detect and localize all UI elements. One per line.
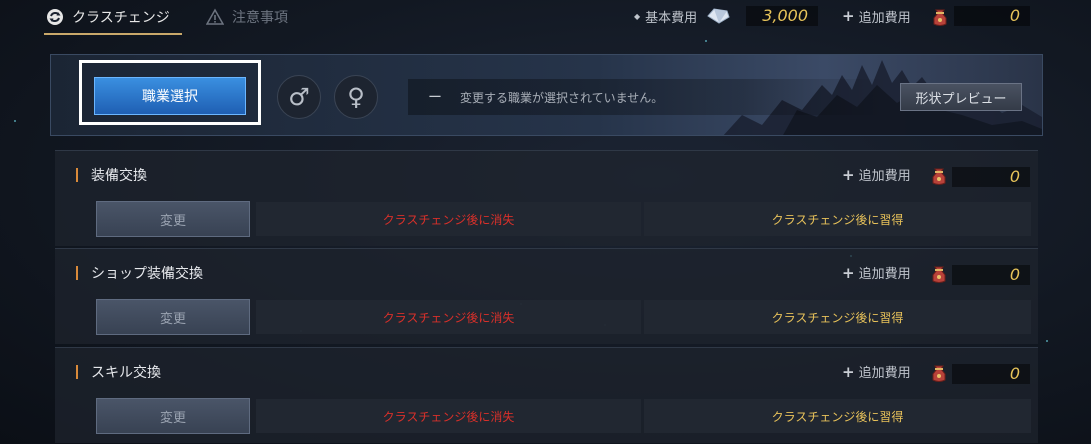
pouch-icon (933, 9, 947, 26)
section-marker (76, 365, 78, 379)
base-cost-label: 基本費用 (645, 10, 698, 26)
tab-class-change[interactable]: クラスチェンジ (46, 4, 170, 30)
section-title: スキル交換 (91, 365, 161, 381)
section-additional-cost-label: 追加費用 (858, 169, 911, 184)
pouch-icon (932, 365, 946, 382)
plus-icon: + (842, 362, 855, 381)
section-additional-cost-value: 0 (952, 364, 1030, 384)
pouch-icon (932, 168, 946, 185)
section-additional-cost: + 追加費用 (842, 362, 911, 382)
section-additional-cost-value: 0 (952, 167, 1030, 187)
lost-after-change-slot: クラスチェンジ後に消失 (256, 300, 641, 334)
additional-cost: + 追加費用 (842, 4, 911, 28)
lost-after-change-slot: クラスチェンジ後に消失 (256, 202, 641, 236)
section-additional-cost: + 追加費用 (842, 165, 911, 185)
plus-icon: + (842, 263, 855, 282)
section-equipment-exchange: 装備交換 + 追加費用 0 変更 クラスチェンジ後に消失 クラスチェンジ後に習得 (55, 150, 1038, 246)
male-icon: ♂ (288, 83, 310, 111)
shape-preview-button[interactable]: 形状プレビュー (900, 83, 1022, 111)
message-dash: ー (428, 90, 442, 106)
section-skill-exchange: スキル交換 + 追加費用 0 変更 クラスチェンジ後に消失 クラスチェンジ後に習… (55, 347, 1038, 443)
warning-icon (206, 8, 224, 26)
section-additional-cost-value: 0 (952, 265, 1030, 285)
male-button[interactable]: ♂ (277, 75, 321, 119)
crystal-icon (705, 7, 731, 25)
pouch-icon (932, 266, 946, 283)
learned-after-change-slot: クラスチェンジ後に習得 (644, 399, 1031, 433)
sparkle (1046, 340, 1048, 342)
section-marker (76, 266, 78, 280)
section-additional-cost-label: 追加費用 (858, 267, 911, 282)
job-select-button[interactable]: 職業選択 (94, 77, 246, 115)
section-additional-cost: + 追加費用 (842, 263, 911, 283)
section-shop-equipment-exchange: ショップ装備交換 + 追加費用 0 変更 クラスチェンジ後に消失 クラスチェンジ… (55, 248, 1038, 344)
sparkle (14, 120, 16, 122)
base-cost: ◆ 基本費用 (634, 4, 731, 28)
section-title: ショップ装備交換 (91, 266, 203, 282)
base-cost-value: 3,000 (746, 6, 818, 26)
female-button[interactable]: ♀ (334, 75, 378, 119)
change-button[interactable]: 変更 (96, 201, 250, 237)
refresh-icon (46, 8, 64, 26)
sparkle (705, 40, 707, 42)
top-bar: クラスチェンジ 注意事項 ◆ 基本費用 3,000 + 追加費用 0 (0, 0, 1091, 36)
learned-after-change-slot: クラスチェンジ後に習得 (644, 300, 1031, 334)
lost-after-change-slot: クラスチェンジ後に消失 (256, 399, 641, 433)
section-additional-cost-label: 追加費用 (858, 366, 911, 381)
active-tab-indicator (44, 33, 182, 35)
female-icon: ♀ (347, 83, 365, 111)
learned-after-change-slot: クラスチェンジ後に習得 (644, 202, 1031, 236)
additional-cost-label: 追加費用 (858, 10, 911, 26)
section-title: 装備交換 (91, 168, 147, 184)
tab-notes-label: 注意事項 (232, 10, 288, 26)
job-message: 変更する職業が選択されていません。 (460, 90, 664, 105)
tab-notes[interactable]: 注意事項 (206, 4, 288, 30)
tab-class-change-label: クラスチェンジ (72, 10, 170, 26)
additional-cost-value: 0 (954, 6, 1030, 26)
plus-icon: + (842, 7, 855, 25)
job-message-strip: ー 変更する職業が選択されていません。 (408, 79, 888, 115)
change-button[interactable]: 変更 (96, 398, 250, 434)
plus-icon: + (842, 165, 855, 184)
change-button[interactable]: 変更 (96, 299, 250, 335)
section-marker (76, 168, 78, 182)
